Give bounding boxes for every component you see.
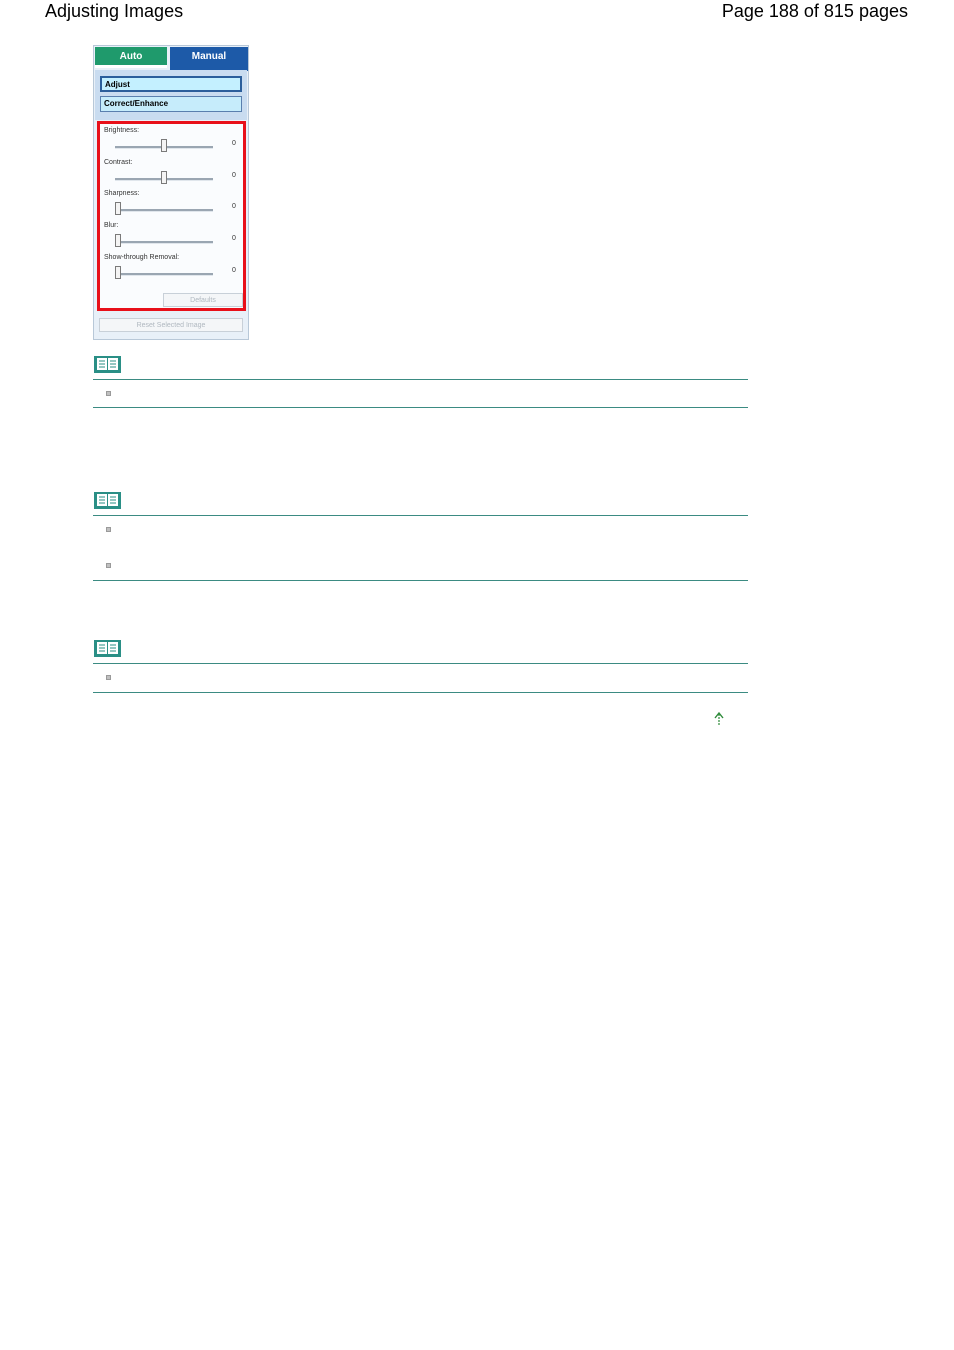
note-rule-bottom: [93, 407, 748, 408]
blur-track[interactable]: [115, 241, 213, 244]
brightness-label: Brightness:: [104, 127, 140, 134]
note-rule-bottom: [93, 692, 748, 693]
square-bullet-icon: [106, 563, 111, 568]
mode-area: Adjust Correct/Enhance: [95, 70, 247, 120]
sharpness-thumb[interactable]: [115, 202, 121, 215]
highlight-frame: Brightness: 0 Contrast: 0 Sharpness: 0 B…: [97, 121, 246, 311]
tab-manual[interactable]: Manual: [170, 47, 248, 71]
blur-slider-group: Blur: 0: [104, 222, 242, 252]
sharpness-track[interactable]: [115, 209, 213, 212]
note-rule-top: [93, 515, 748, 516]
blur-label: Blur:: [104, 222, 119, 229]
contrast-slider-group: Contrast: 0: [104, 159, 242, 189]
show-through-value: 0: [232, 267, 236, 274]
adjust-panel-screenshot: Auto Manual Adjust Correct/Enhance Brigh…: [93, 45, 249, 340]
note-block-2: [93, 491, 748, 583]
square-bullet-icon: [106, 675, 111, 680]
show-through-label: Show-through Removal:: [104, 254, 180, 261]
sharpness-label: Sharpness:: [104, 190, 140, 197]
contrast-thumb[interactable]: [161, 171, 167, 184]
correct-enhance-button[interactable]: Correct/Enhance: [100, 96, 242, 112]
page-header: Adjusting Images Page 188 of 815 pages: [0, 0, 954, 24]
show-through-track[interactable]: [115, 273, 213, 276]
blur-value: 0: [232, 235, 236, 242]
sharpness-slider-group: Sharpness: 0: [104, 190, 242, 220]
adjust-button[interactable]: Adjust: [100, 76, 242, 92]
show-through-thumb[interactable]: [115, 266, 121, 279]
note-block-1: [93, 355, 748, 410]
brightness-slider-group: Brightness: 0: [104, 127, 242, 157]
note-rule-top: [93, 379, 748, 380]
contrast-value: 0: [232, 172, 236, 179]
note-book-icon: [94, 356, 121, 373]
note-rule-bottom: [93, 580, 748, 581]
note-book-icon: [94, 640, 121, 657]
tab-auto[interactable]: Auto: [95, 47, 167, 68]
square-bullet-icon: [106, 391, 111, 396]
brightness-thumb[interactable]: [161, 139, 167, 152]
note-rule-top: [93, 663, 748, 664]
contrast-label: Contrast:: [104, 159, 133, 166]
show-through-slider-group: Show-through Removal: 0: [104, 254, 242, 284]
note-block-3: [93, 639, 748, 695]
note-book-icon: [94, 492, 121, 509]
reset-selected-image-button[interactable]: Reset Selected Image: [99, 318, 243, 332]
page-count: Page 188 of 815 pages: [721, 1, 908, 21]
square-bullet-icon: [106, 527, 111, 532]
up-arrow-icon[interactable]: [711, 710, 727, 728]
sharpness-value: 0: [232, 203, 236, 210]
brightness-value: 0: [232, 140, 236, 147]
blur-thumb[interactable]: [115, 234, 121, 247]
document-title: Adjusting Images: [45, 1, 184, 21]
defaults-button[interactable]: Defaults: [163, 293, 243, 307]
